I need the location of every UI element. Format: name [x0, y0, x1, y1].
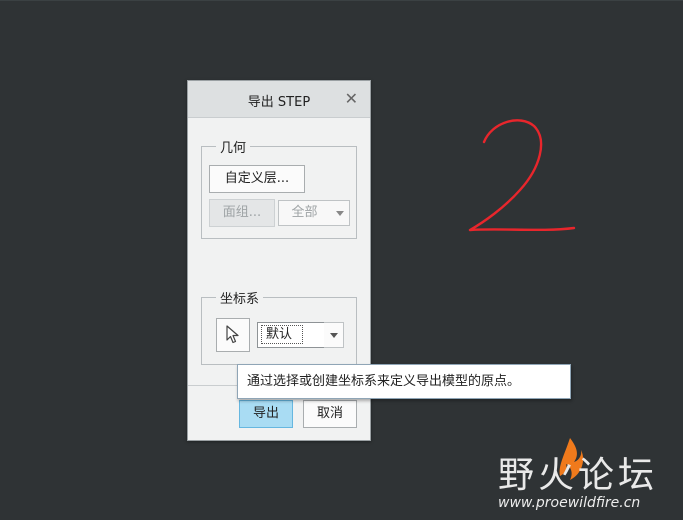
export-button[interactable]: 导出 — [239, 400, 293, 428]
cursor-arrow-icon — [226, 325, 239, 344]
csys-value: 默认 — [261, 325, 304, 344]
top-edge — [0, 0, 683, 1]
quilts-button[interactable]: 面组... — [209, 199, 275, 227]
handwritten-annotation: 2 — [462, 110, 582, 240]
chevron-down-icon[interactable] — [324, 322, 344, 348]
csys-tooltip: 通过选择或创建坐标系来定义导出模型的原点。 — [237, 364, 571, 399]
coordinate-system-legend: 坐标系 — [216, 288, 264, 307]
coordinate-system-group: 坐标系 默认 — [201, 288, 357, 365]
csys-dropdown[interactable]: 默认 — [257, 322, 344, 348]
close-icon[interactable]: ✕ — [345, 89, 358, 108]
custom-layers-button[interactable]: 自定义层... — [209, 165, 305, 193]
watermark-name: 野火论坛 — [498, 455, 659, 496]
handwritten-number-2 — [468, 119, 576, 232]
watermark-url: www.proewildfire.cn — [498, 495, 641, 511]
geometry-group: 几何 自定义层... 面组... 全部 — [201, 137, 357, 239]
scope-value: 全部 — [278, 200, 331, 226]
geometry-group-legend: 几何 — [216, 137, 251, 156]
csys-value-field[interactable]: 默认 — [257, 322, 325, 348]
chevron-down-icon[interactable] — [330, 200, 350, 226]
cancel-button[interactable]: 取消 — [303, 400, 357, 428]
dialog-titlebar[interactable]: 导出 STEP ✕ — [188, 81, 370, 118]
select-csys-button[interactable] — [216, 318, 250, 352]
watermark-logo: 野火论坛 www.proewildfire.cn — [492, 438, 662, 516]
dialog-title: 导出 STEP — [247, 95, 311, 110]
scope-dropdown[interactable]: 全部 — [278, 200, 350, 226]
